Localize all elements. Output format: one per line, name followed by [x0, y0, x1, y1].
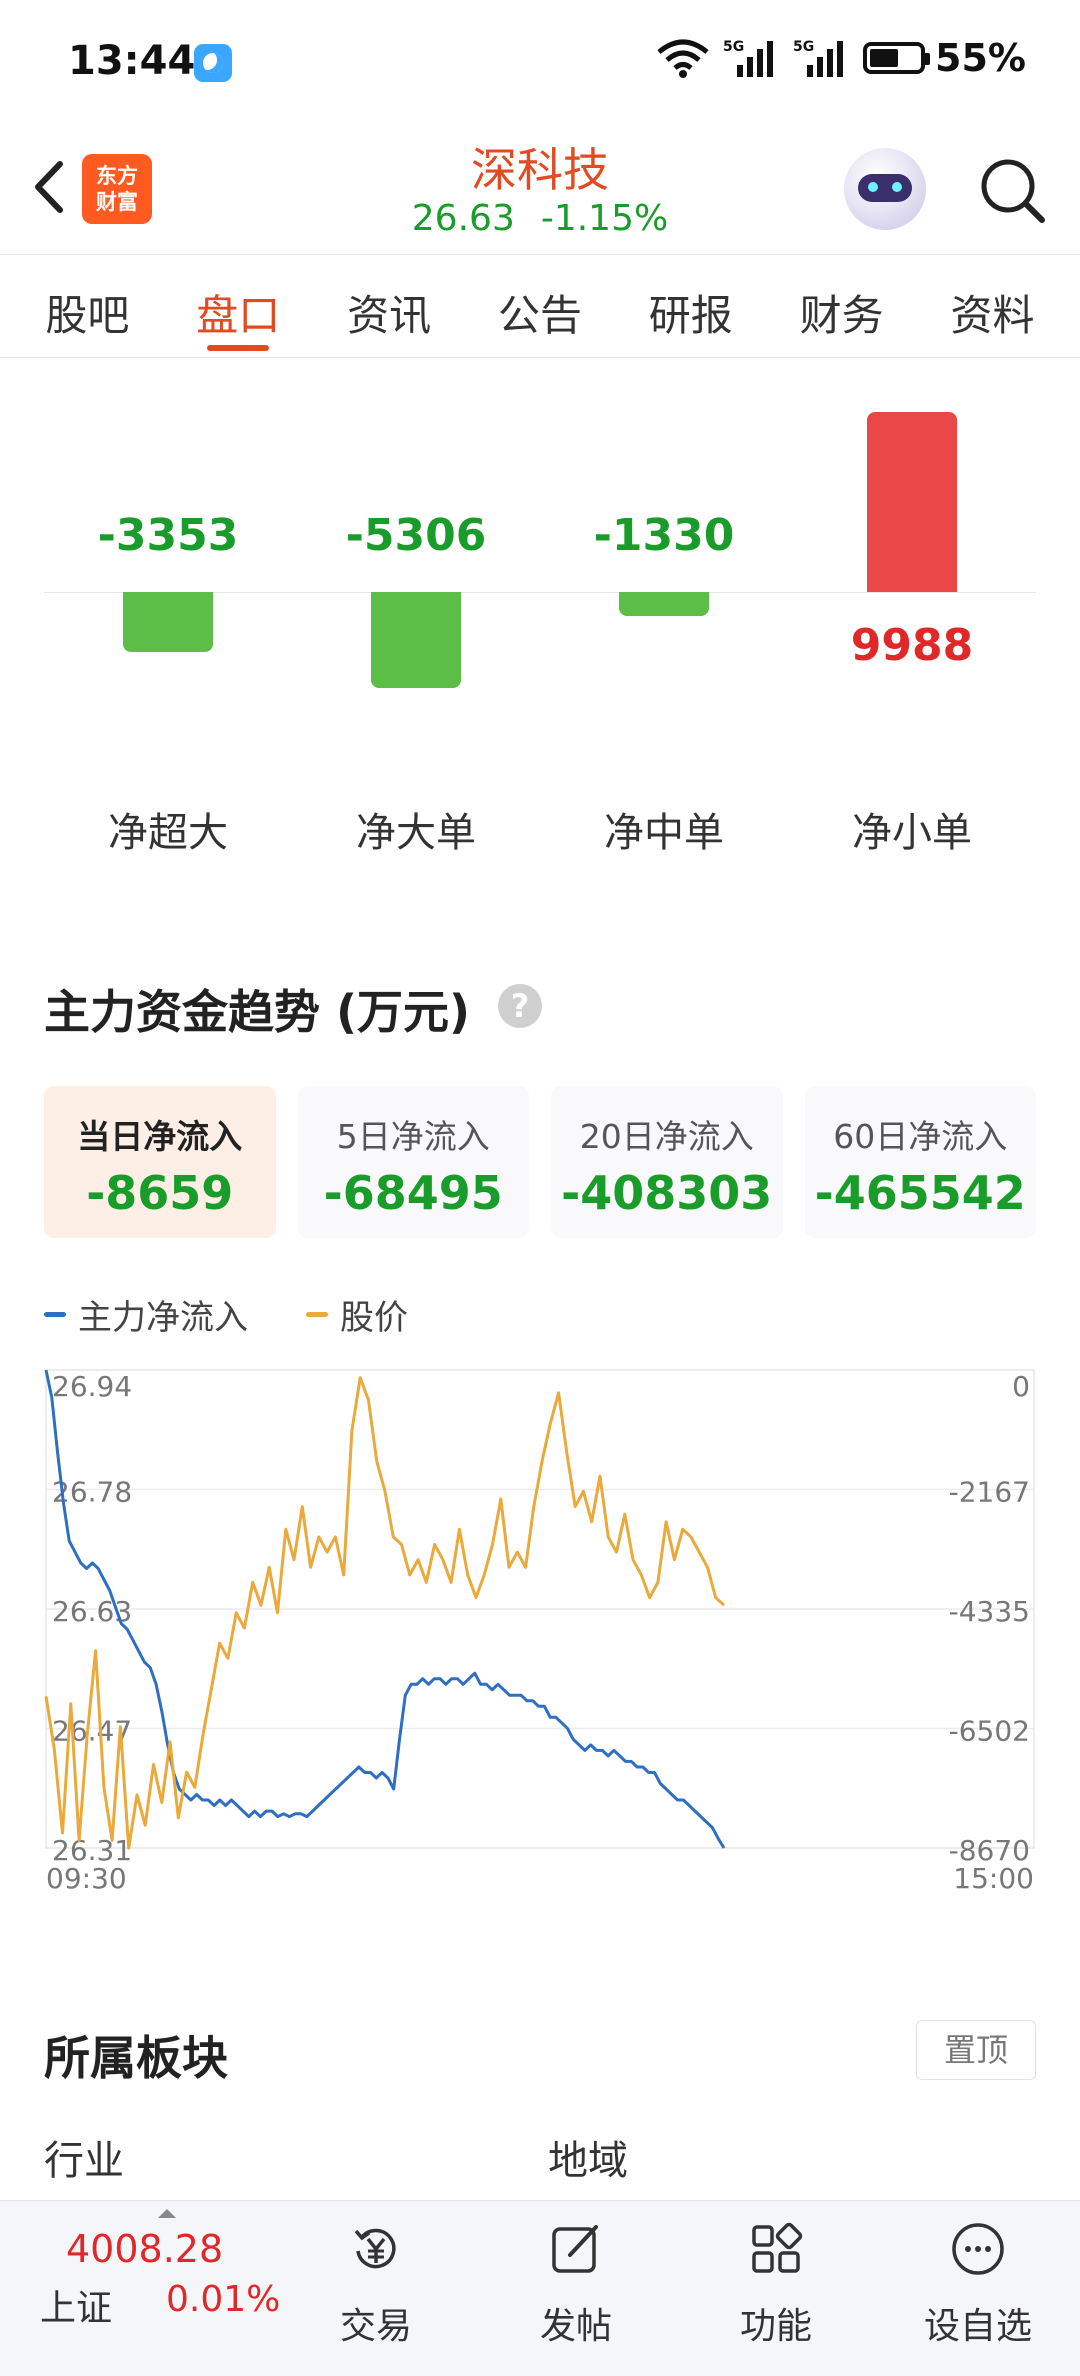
right-axis-tick: -4335: [949, 1595, 1030, 1628]
net-flow-value: -1330: [593, 510, 735, 561]
nav-label: 交易: [339, 2306, 412, 2347]
battery-percent: 55%: [935, 36, 1026, 80]
signal-icon-2: 5G: [793, 37, 849, 79]
nav-add-watchlist[interactable]: 设自选: [908, 2201, 1048, 2376]
net-inflow-cards: 当日净流入 -8659 5日净流入 -68495 20日净流入 -408303 …: [44, 1086, 1036, 1238]
search-icon[interactable]: [976, 154, 1048, 226]
sector-section-title: 所属板块: [44, 2031, 228, 2085]
price-line: [44, 1376, 726, 1850]
trend-chart-svg: 26.94 026.78 -216726.63 -433526.47 -650226.3…: [44, 1369, 1035, 1895]
net-flow-bar-chart: -3353 净超大 -5306 净大单 -1330 净中单 9988 净小单: [44, 360, 1036, 880]
battery-icon: [863, 42, 931, 74]
battery-indicator: 55%: [863, 36, 1026, 80]
status-time: 13:44: [68, 38, 196, 84]
net-flow-value: -3353: [97, 510, 239, 561]
card-label: 60日净流入: [833, 1117, 1008, 1156]
card-value: -68495: [323, 1166, 503, 1220]
legend-swatch-blue: [44, 1312, 66, 1317]
x-axis-tick: 09:30: [46, 1862, 127, 1895]
bottom-nav: 4008.28 上证 0.01% 交易 发帖 功能 设自选: [0, 2200, 1080, 2376]
legend-label: 股价: [340, 1298, 408, 1338]
net-flow-label: 净大单: [356, 810, 476, 856]
x-axis-tick: 15:00: [953, 1862, 1034, 1895]
nav-trade[interactable]: 交易: [306, 2201, 446, 2376]
nav-functions[interactable]: 功能: [706, 2201, 846, 2376]
stock-price: 26.63: [411, 198, 515, 239]
net-flow-bar: [867, 412, 957, 592]
net-flow-bar: [619, 592, 709, 616]
pin-top-button[interactable]: 置顶: [916, 2020, 1036, 2080]
status-bar: 13:44 5G 5G 55%: [0, 0, 1080, 120]
network-type-label: 5G: [723, 39, 744, 55]
tab-pankou[interactable]: 盘口: [168, 256, 308, 357]
edit-icon: [552, 2225, 598, 2273]
grid-icon: [752, 2222, 803, 2273]
notification-app-icon: [194, 44, 232, 82]
card-5d-net-inflow[interactable]: 5日净流入 -68495: [297, 1086, 529, 1238]
tab-profile[interactable]: 资料: [922, 256, 1062, 357]
right-axis-tick: -6502: [949, 1715, 1030, 1748]
card-value: -8659: [86, 1166, 234, 1220]
trend-section-title: 主力资金趋势 (万元): [44, 985, 471, 1039]
net-flow-label: 净中单: [604, 810, 724, 856]
region-label: 地域: [548, 2138, 628, 2184]
net-flow-value: 9988: [850, 620, 974, 671]
card-20d-net-inflow[interactable]: 20日净流入 -408303: [551, 1086, 783, 1238]
card-60d-net-inflow[interactable]: 60日净流入 -465542: [804, 1086, 1036, 1238]
stock-header: 东方 财富 深科技 26.63 -1.15%: [0, 120, 1080, 255]
industry-label: 行业: [44, 2138, 124, 2184]
right-axis-tick: -2167: [949, 1476, 1030, 1509]
right-axis-tick: 0: [1012, 1370, 1030, 1403]
index-ticker[interactable]: 4008.28 上证 0.01%: [30, 2201, 290, 2376]
net-flow-bar: [123, 592, 213, 653]
caret-up-icon: [158, 2209, 176, 2218]
net-flow-value: -5306: [345, 510, 487, 561]
yen-cycle-icon: [354, 2228, 396, 2269]
help-circle-icon[interactable]: ?: [498, 984, 542, 1028]
robot-avatar-icon[interactable]: [844, 148, 926, 230]
wifi-icon: [657, 38, 709, 78]
stock-change-pct: -1.15%: [540, 198, 669, 239]
legend-price: 股价: [306, 1290, 408, 1339]
tab-news[interactable]: 资讯: [319, 256, 459, 357]
card-value: -408303: [561, 1166, 773, 1220]
card-today-net-inflow[interactable]: 当日净流入 -8659: [44, 1086, 276, 1238]
signal-icon: 5G: [723, 37, 779, 79]
legend-swatch-orange: [306, 1312, 328, 1317]
index-change: 0.01%: [166, 2279, 281, 2320]
trend-chart: 26.94 0 26.78 -2167 26.63 -4335 26.47 -6502 26.3…: [0, 1360, 1080, 1900]
nav-post[interactable]: 发帖: [506, 2201, 646, 2376]
nav-label: 发帖: [539, 2306, 612, 2347]
more-circle-icon: [952, 2223, 1004, 2275]
nav-label: 功能: [739, 2306, 812, 2347]
left-axis-tick: 26.94: [52, 1370, 132, 1403]
net-flow-label: 净小单: [852, 810, 972, 856]
card-label: 20日净流入: [579, 1117, 754, 1156]
net-flow-label: 净超大: [108, 810, 228, 856]
index-price: 4008.28: [66, 2227, 224, 2271]
status-indicators: 5G 5G 55%: [657, 36, 1026, 80]
tab-research[interactable]: 研报: [621, 256, 761, 357]
index-name: 上证: [40, 2288, 113, 2329]
card-label: 当日净流入: [77, 1117, 243, 1156]
nav-label: 设自选: [923, 2306, 1032, 2347]
tab-guba[interactable]: 股吧: [17, 256, 157, 357]
legend-main-inflow: 主力净流入: [44, 1290, 248, 1339]
tab-announcements[interactable]: 公告: [470, 256, 610, 357]
legend-label: 主力净流入: [78, 1298, 248, 1338]
card-label: 5日净流入: [336, 1117, 490, 1156]
net-flow-bar: [371, 592, 461, 688]
card-value: -465542: [814, 1166, 1026, 1220]
tab-finance[interactable]: 财务: [772, 256, 912, 357]
chart-legend: 主力净流入 股价: [44, 1290, 466, 1339]
network-type-label-2: 5G: [793, 39, 814, 55]
stock-tabs: 股吧 盘口 资讯 公告 研报 财务 资料: [0, 256, 1080, 358]
